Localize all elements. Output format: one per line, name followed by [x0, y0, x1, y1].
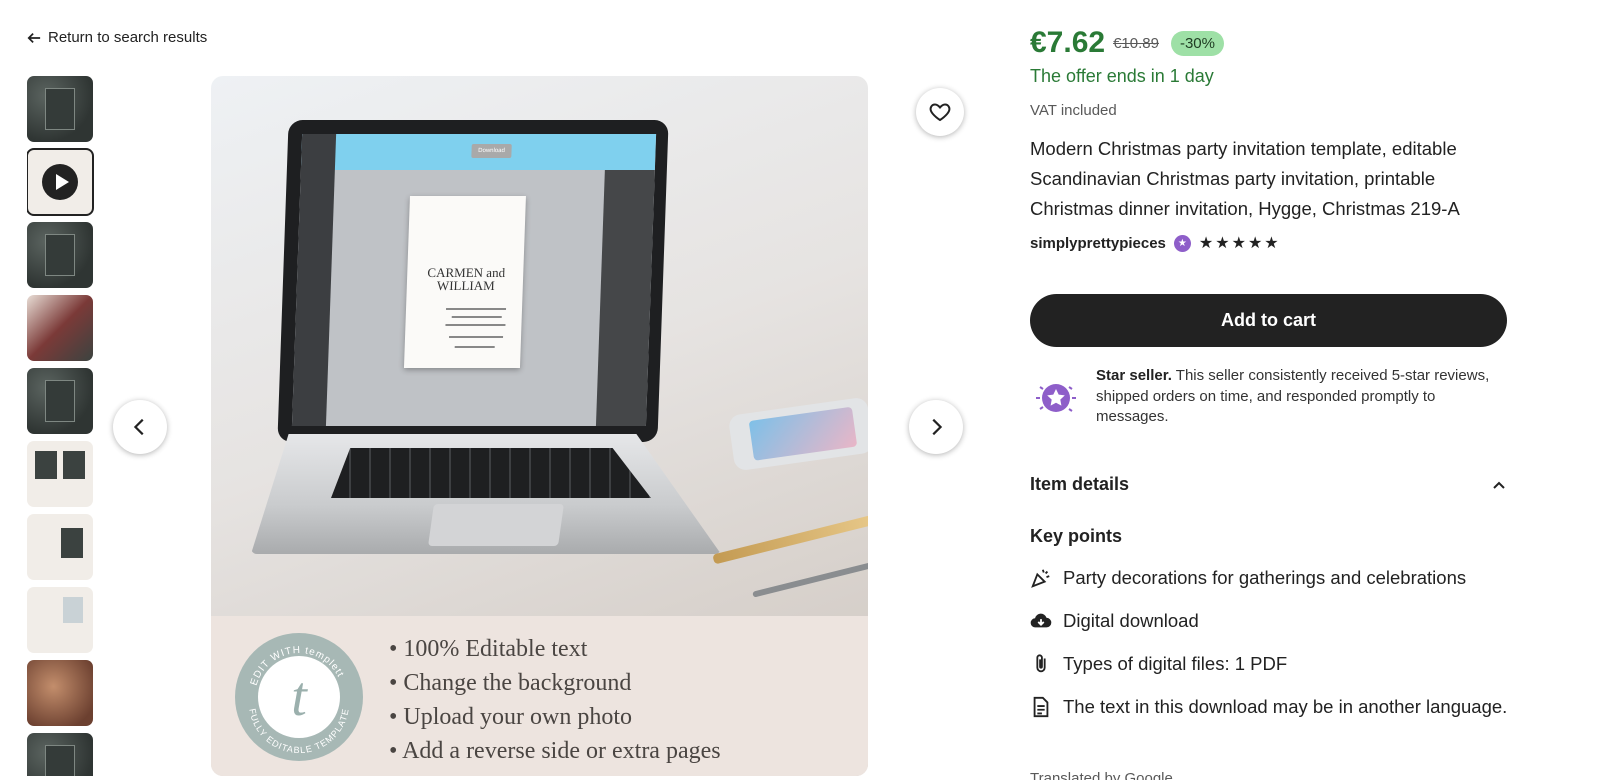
feature-bullet: Upload your own photo: [389, 700, 721, 734]
templett-badge: EDIT WITH templett FULLY EDITABLE TEMPLA…: [235, 633, 363, 761]
laptop-keyboard: [331, 448, 651, 498]
star-seller-icon: [1036, 384, 1076, 412]
invitation-names: CARMEN and WILLIAM: [427, 265, 506, 293]
thumbnail-3[interactable]: [27, 222, 93, 288]
add-to-cart-button[interactable]: Add to cart: [1030, 294, 1507, 347]
thumbnail-1[interactable]: [27, 76, 93, 142]
laptop-screen: Download CARMEN and WILLIAM: [277, 120, 669, 442]
return-to-search-link[interactable]: Return to search results: [27, 29, 207, 46]
seller-name-link[interactable]: simplyprettypieces: [1030, 235, 1166, 252]
chevron-left-icon: [133, 418, 144, 436]
feature-bullets: 100% Editable text Change the background…: [389, 632, 721, 768]
thumbnail-9[interactable]: [27, 660, 93, 726]
phone-image: [727, 396, 868, 472]
screen-download-label: Download: [471, 144, 512, 158]
discount-badge: -30%: [1170, 30, 1224, 56]
offer-countdown: The offer ends in 1 day: [1030, 66, 1214, 86]
original-price: €10.89: [1113, 34, 1159, 52]
thumbnail-5[interactable]: [27, 368, 93, 434]
document-icon: [1033, 696, 1049, 718]
heart-icon: [929, 103, 951, 122]
key-point-item: Digital download: [1030, 606, 1510, 636]
seller-row: simplyprettypieces ★ ★★★★★: [1030, 233, 1281, 253]
key-points-heading: Key points: [1030, 526, 1123, 546]
key-point-text: Party decorations for gatherings and cel…: [1063, 567, 1467, 588]
current-price: €7.62: [1030, 26, 1106, 59]
play-icon: [42, 164, 78, 200]
previous-image-button[interactable]: [113, 400, 167, 454]
favorite-button[interactable]: [916, 88, 964, 136]
thumbnail-2-video[interactable]: [27, 148, 94, 216]
key-point-text: Types of digital files: 1 PDF: [1063, 653, 1288, 674]
return-to-search-label: Return to search results: [48, 29, 208, 46]
thumbnail-8[interactable]: [27, 587, 93, 653]
thumbnail-4[interactable]: [27, 295, 93, 361]
key-point-item: Party decorations for gatherings and cel…: [1030, 563, 1510, 593]
svg-text:FULLY EDITABLE TEMPLATE: FULLY EDITABLE TEMPLATE: [247, 707, 350, 755]
product-title: Modern Christmas party invitation templa…: [1030, 138, 1460, 219]
item-details-toggle[interactable]: Item details: [1030, 474, 1507, 495]
star-seller-description: Star seller. This seller consistently re…: [1096, 366, 1510, 428]
thumbnail-strip: [27, 76, 95, 776]
key-points-list: Party decorations for gatherings and cel…: [1030, 563, 1510, 735]
chevron-up-icon: [1493, 481, 1505, 489]
key-point-text: The text in this download may be in anot…: [1063, 696, 1508, 717]
key-point-item: Types of digital files: 1 PDF: [1030, 649, 1510, 679]
party-popper-icon: [1031, 569, 1050, 588]
badge-ring-text: EDIT WITH templett FULLY EDITABLE TEMPLA…: [247, 645, 350, 755]
feature-bullet: 100% Editable text: [389, 632, 721, 666]
price-row: €7.62 €10.89 -30%: [1030, 26, 1224, 60]
pencil-image: [752, 560, 868, 598]
translated-note: Translated by Google: [1030, 770, 1173, 780]
cloud-download-icon: [1030, 613, 1052, 628]
key-point-item: The text in this download may be in anot…: [1030, 692, 1510, 722]
image-caption-band: EDIT WITH templett FULLY EDITABLE TEMPLA…: [211, 616, 868, 776]
rating-stars[interactable]: ★★★★★: [1199, 233, 1281, 253]
arrow-left-icon: [27, 32, 41, 43]
feature-bullet: Change the background: [389, 666, 721, 700]
star-seller-info: Star seller. This seller consistently re…: [1030, 366, 1510, 428]
chevron-right-icon: [932, 418, 943, 436]
laptop-trackpad: [428, 504, 564, 546]
invitation-preview: CARMEN and WILLIAM: [403, 196, 526, 368]
star-seller-title: Star seller.: [1096, 367, 1172, 384]
feature-bullet: Add a reverse side or extra pages: [389, 734, 721, 768]
item-details-label: Item details: [1030, 474, 1130, 494]
vat-note: VAT included: [1030, 102, 1117, 119]
thumbnail-6[interactable]: [27, 441, 93, 507]
thumbnail-7[interactable]: [27, 514, 93, 580]
paperclip-icon: [1036, 654, 1046, 673]
pen-image: [712, 513, 868, 565]
thumbnail-10[interactable]: [27, 733, 93, 776]
star-seller-badge-icon: ★: [1173, 234, 1191, 252]
svg-text:EDIT WITH templett: EDIT WITH templett: [249, 645, 346, 687]
main-product-image: Download CARMEN and WILLIAM EDIT WITH te…: [211, 76, 868, 776]
key-point-text: Digital download: [1063, 610, 1199, 631]
next-image-button[interactable]: [909, 400, 963, 454]
